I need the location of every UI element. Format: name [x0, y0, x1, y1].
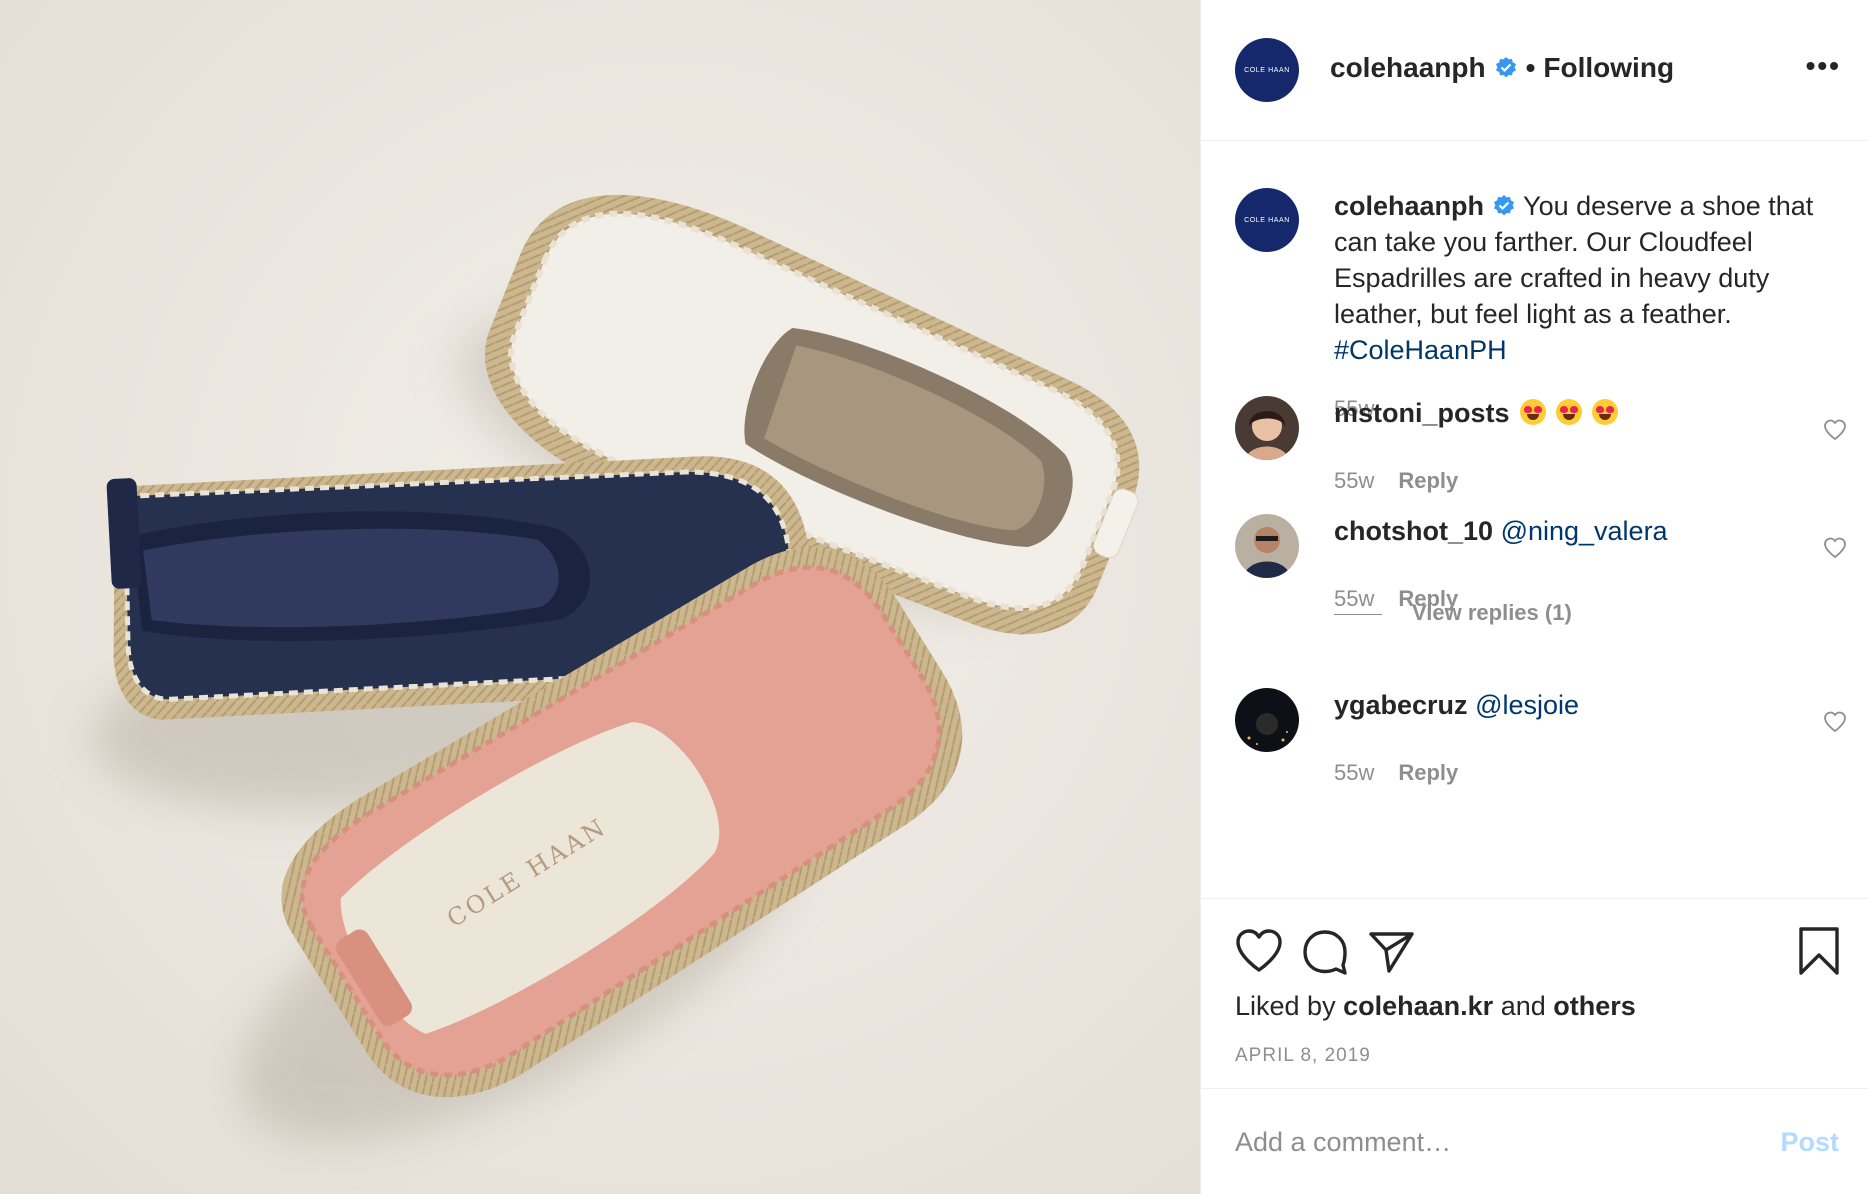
save-bookmark-icon[interactable] — [1793, 925, 1845, 977]
commenter-avatar[interactable] — [1235, 514, 1299, 578]
post-comment-button[interactable]: Post — [1780, 1127, 1839, 1158]
like-comment-heart-icon[interactable] — [1823, 710, 1847, 734]
caption-avatar[interactable]: COLE HAAN — [1235, 188, 1299, 252]
caption-hashtag[interactable]: #ColeHaanPH — [1334, 335, 1507, 365]
comment-item: ygabecruz @lesjoie 55w Reply — [1201, 688, 1868, 818]
heart-eyes-emoji-icon — [1591, 399, 1618, 425]
author-avatar[interactable]: COLE HAAN — [1235, 38, 1299, 102]
share-send-icon[interactable] — [1365, 925, 1417, 977]
comment-username[interactable]: ygabecruz — [1334, 690, 1468, 720]
comment-mention[interactable]: @lesjoie — [1475, 690, 1579, 720]
following-button[interactable]: Following — [1543, 52, 1674, 83]
verified-badge-icon — [1494, 195, 1515, 216]
comment-mention[interactable]: @ning_valera — [1501, 516, 1668, 546]
like-heart-icon[interactable] — [1233, 925, 1285, 977]
avatar-logo-text: COLE HAAN — [1244, 66, 1290, 74]
liked-by-user[interactable]: colehaan.kr — [1343, 991, 1493, 1021]
post-image[interactable]: COLE HAAN — [0, 0, 1200, 1194]
post-actions: Liked by colehaan.kr and others APRIL 8,… — [1201, 898, 1868, 1088]
post-date[interactable]: APRIL 8, 2019 — [1235, 1045, 1371, 1067]
verified-badge-icon — [1495, 57, 1516, 78]
header-line: colehaanph • Following — [1330, 52, 1674, 84]
liked-by-and: and — [1500, 991, 1546, 1021]
comment-input[interactable] — [1235, 1119, 1735, 1165]
view-replies-label: View replies (1) — [1412, 600, 1572, 625]
commenter-avatar[interactable] — [1235, 688, 1299, 752]
comment-username[interactable]: chotshot_10 — [1334, 516, 1493, 546]
comment-line: ygabecruz @lesjoie — [1334, 690, 1579, 721]
post-panel: COLE HAAN colehaanph • Following ••• COLE … — [1200, 0, 1868, 1194]
comment-item: mstoni_posts 55w Reply — [1201, 396, 1868, 526]
author-username[interactable]: colehaanph — [1330, 52, 1486, 83]
more-options-icon[interactable]: ••• — [1806, 50, 1841, 82]
avatar-photo — [1235, 688, 1299, 752]
heart-eyes-emoji-icon — [1555, 399, 1582, 425]
add-comment-bar: Post — [1201, 1088, 1868, 1194]
avatar-logo-text: COLE HAAN — [1244, 216, 1290, 224]
comment-timestamp[interactable]: 55w — [1334, 760, 1374, 785]
comment-meta: 55w Reply — [1334, 468, 1458, 494]
like-comment-heart-icon[interactable] — [1823, 536, 1847, 560]
espadrilles-photo: COLE HAAN — [0, 0, 1200, 1194]
avatar-photo — [1235, 514, 1299, 578]
comment-username[interactable]: mstoni_posts — [1334, 398, 1510, 428]
comment-line: mstoni_posts — [1334, 398, 1618, 429]
replies-divider — [1334, 613, 1382, 615]
comment-meta: 55w Reply — [1334, 760, 1458, 786]
liked-by-others[interactable]: others — [1553, 991, 1636, 1021]
caption-text: colehaanph You deserve a shoe that can t… — [1334, 188, 1834, 368]
comments-list[interactable]: COLE HAAN colehaanph You deserve a shoe … — [1201, 142, 1868, 898]
like-comment-heart-icon[interactable] — [1823, 418, 1847, 442]
comment-timestamp[interactable]: 55w — [1334, 468, 1374, 493]
comment-line: chotshot_10 @ning_valera — [1334, 516, 1668, 547]
commenter-avatar[interactable] — [1235, 396, 1299, 460]
view-replies-button[interactable]: View replies (1) — [1334, 600, 1572, 626]
comment-bubble-icon[interactable] — [1299, 925, 1351, 977]
reply-button[interactable]: Reply — [1398, 468, 1458, 493]
caption-username[interactable]: colehaanph — [1334, 191, 1484, 221]
heart-eyes-emoji-icon — [1519, 399, 1546, 425]
post-header: COLE HAAN colehaanph • Following ••• — [1201, 0, 1868, 141]
reply-button[interactable]: Reply — [1398, 760, 1458, 785]
separator-dot: • — [1525, 52, 1536, 83]
avatar-photo — [1235, 396, 1299, 460]
liked-by-prefix: Liked by — [1235, 991, 1336, 1021]
liked-by-text: Liked by colehaan.kr and others — [1235, 991, 1636, 1022]
